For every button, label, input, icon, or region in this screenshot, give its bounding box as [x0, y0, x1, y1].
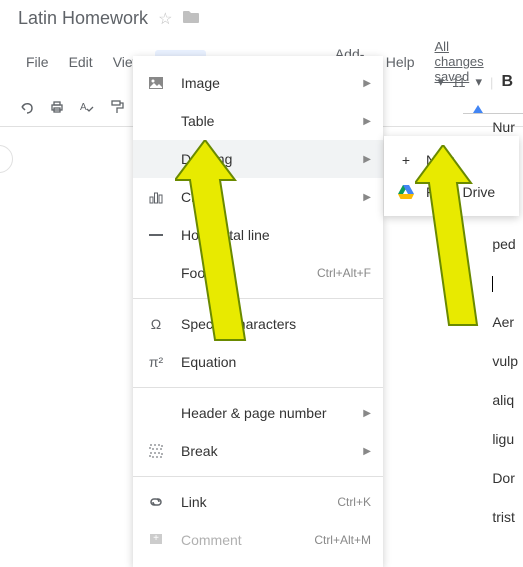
menu-item-link[interactable]: Link Ctrl+K	[133, 483, 383, 521]
menu-shortcut: Ctrl+Alt+M	[314, 533, 371, 547]
menu-label: Image	[181, 75, 363, 91]
menu-shortcut: Ctrl+K	[337, 495, 371, 509]
menu-label: Table	[181, 113, 363, 129]
chevron-right-icon: ▶	[363, 78, 371, 89]
svg-text:+: +	[153, 533, 159, 544]
svg-text:A: A	[80, 102, 87, 113]
doc-line: trist	[492, 500, 518, 535]
chevron-right-icon: ▶	[363, 192, 371, 203]
annotation-arrow-2	[415, 145, 495, 335]
menu-edit[interactable]: Edit	[61, 50, 101, 74]
image-icon	[145, 72, 167, 94]
plus-icon: +	[396, 152, 416, 168]
menu-shortcut: Ctrl+Alt+F	[317, 266, 371, 280]
menu-item-break[interactable]: Break ▶	[133, 432, 383, 470]
link-icon	[145, 491, 167, 513]
menu-separator	[133, 387, 383, 388]
indent-marker-icon[interactable]	[473, 105, 483, 113]
header-icon	[145, 402, 167, 424]
comment-icon: +	[145, 529, 167, 551]
omega-icon: Ω	[145, 313, 167, 335]
menu-file[interactable]: File	[18, 50, 57, 74]
doc-line: Aer	[492, 305, 518, 340]
doc-line: ligu	[492, 422, 518, 457]
doc-line: Dor	[492, 461, 518, 496]
chevron-right-icon: ▶	[363, 116, 371, 127]
paint-format-icon[interactable]	[108, 98, 126, 116]
menu-label: Comment	[181, 532, 314, 548]
menu-label: Break	[181, 443, 363, 459]
print-icon[interactable]	[48, 98, 66, 116]
toolbar-separator: |	[490, 75, 493, 90]
chevron-right-icon: ▶	[363, 408, 371, 419]
menu-label: Equation	[181, 354, 371, 370]
doc-line: aliq	[492, 383, 518, 418]
doc-line: ped	[492, 227, 518, 262]
star-icon[interactable]: ☆	[158, 9, 172, 29]
spellcheck-icon[interactable]: A	[78, 98, 96, 116]
explore-button[interactable]	[0, 145, 13, 173]
menu-label: Link	[181, 494, 337, 510]
folder-icon[interactable]	[182, 9, 200, 29]
bold-button[interactable]: B	[501, 73, 513, 91]
menu-label: Header & page number	[181, 405, 363, 421]
drive-icon	[396, 185, 416, 199]
horizontal-line-icon	[145, 224, 167, 246]
menu-item-image[interactable]: Image ▶	[133, 64, 383, 102]
chevron-right-icon: ▶	[363, 446, 371, 457]
undo-icon[interactable]	[18, 98, 36, 116]
menu-item-header[interactable]: Header & page number ▶	[133, 394, 383, 432]
menu-item-table[interactable]: Table ▶	[133, 102, 383, 140]
annotation-arrow-1	[175, 140, 265, 350]
doc-title[interactable]: Latin Homework	[18, 8, 148, 29]
font-dropdown-icon[interactable]: ▾	[437, 74, 444, 90]
pi-icon: π²	[145, 351, 167, 373]
drawing-icon	[145, 148, 167, 170]
footnote-icon	[145, 262, 167, 284]
chevron-right-icon: ▶	[363, 154, 371, 165]
chart-icon	[145, 186, 167, 208]
break-icon	[145, 440, 167, 462]
menu-item-comment: + Comment Ctrl+Alt+M	[133, 521, 383, 559]
menu-help[interactable]: Help	[378, 50, 423, 74]
menu-separator	[133, 476, 383, 477]
doc-line	[492, 266, 518, 301]
table-icon	[145, 110, 167, 132]
font-size-value[interactable]: 11	[452, 75, 466, 90]
doc-line: vulp	[492, 344, 518, 379]
font-size-dropdown-icon[interactable]: ▾	[476, 74, 483, 90]
